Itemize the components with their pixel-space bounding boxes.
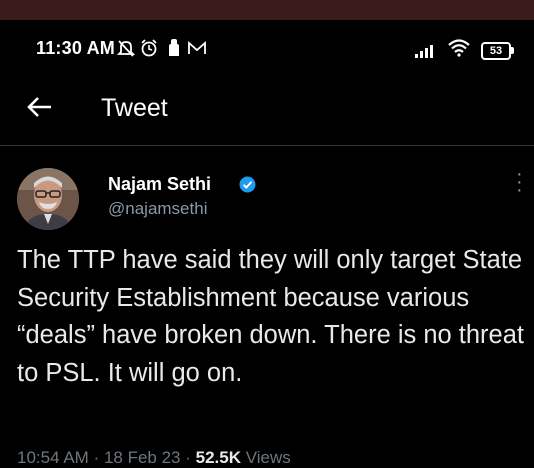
tweet-date: 18 Feb 23 <box>103 448 181 467</box>
status-bar: 11:30 AM 53 <box>0 20 534 80</box>
back-arrow-icon[interactable] <box>27 90 53 128</box>
more-options-icon[interactable]: · · · <box>516 164 523 200</box>
tweet-time: 10:54 AM <box>17 448 89 467</box>
meta-separator: · <box>93 448 104 467</box>
app-header: Tweet <box>0 80 534 142</box>
tweet-meta: 10:54 AM · 18 Feb 23 · 52.5K Views <box>17 448 291 468</box>
hand-icon <box>166 38 182 63</box>
views-count: 52.5K <box>195 448 242 467</box>
meta-separator: · <box>185 448 196 467</box>
wifi-icon <box>447 37 471 62</box>
header-divider <box>0 145 534 146</box>
verified-badge-icon <box>239 176 256 193</box>
alarm-icon <box>140 38 158 63</box>
status-time: 11:30 AM <box>36 38 115 58</box>
battery-tip <box>511 47 514 54</box>
views-label: Views <box>245 448 291 467</box>
signal-icon <box>415 42 441 58</box>
page-title: Tweet <box>101 94 168 122</box>
author-name[interactable]: Najam Sethi <box>108 174 211 195</box>
battery-icon: 53 <box>481 42 511 60</box>
author-handle[interactable]: @najamsethi <box>108 199 207 219</box>
tweet-text: The TTP have said they will only target … <box>17 246 524 387</box>
top-band <box>0 0 534 20</box>
author-avatar[interactable] <box>17 168 79 230</box>
mail-icon <box>187 38 207 63</box>
silent-icon <box>116 38 136 63</box>
